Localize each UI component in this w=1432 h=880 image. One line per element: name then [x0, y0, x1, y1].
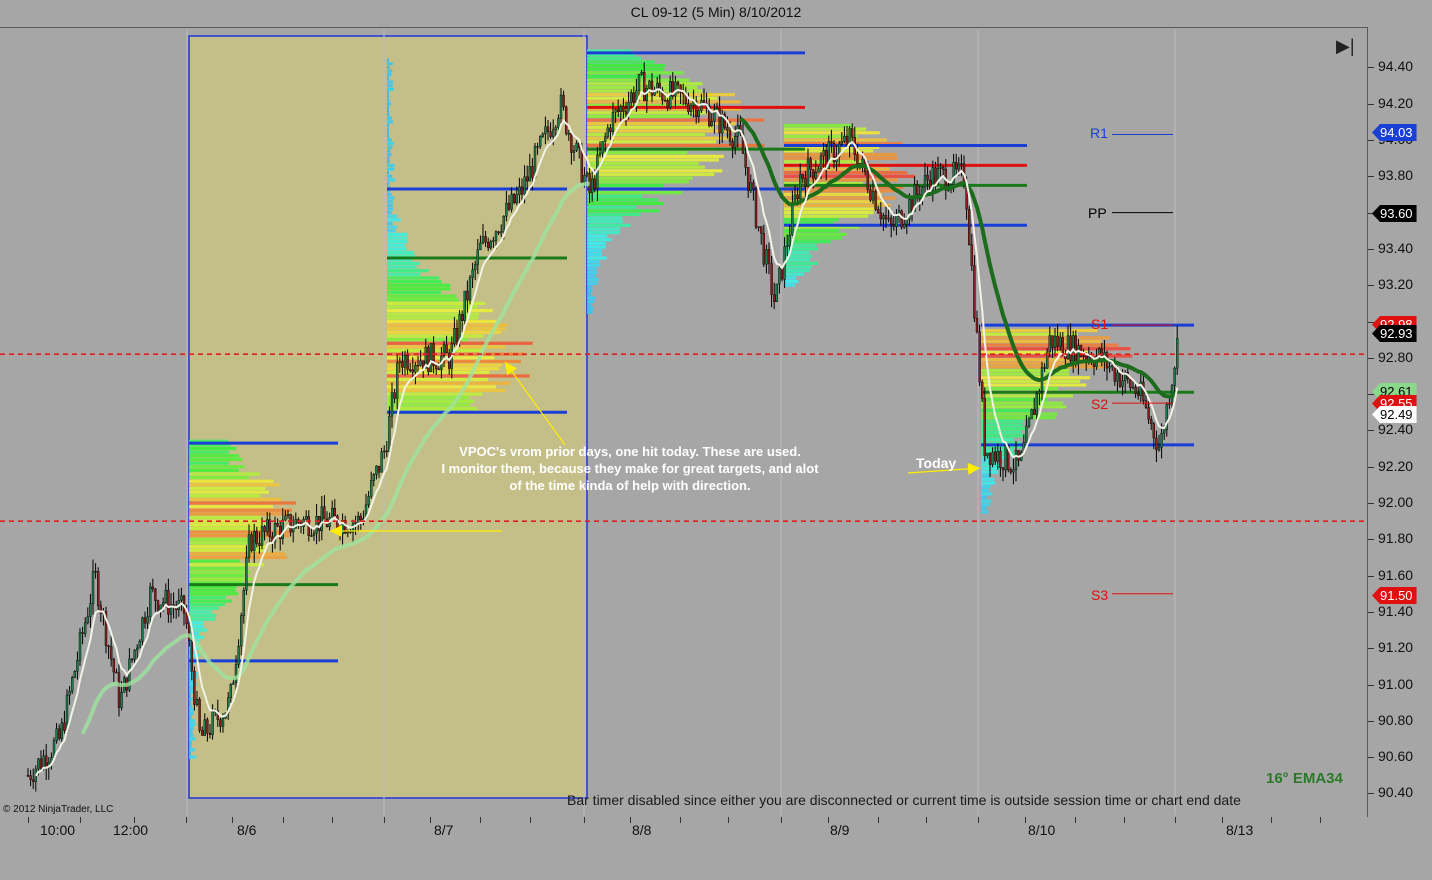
time-tick-mark [28, 817, 29, 823]
time-tick-mark [878, 817, 879, 823]
pivot-s2-label: S2 [1091, 396, 1109, 412]
time-tick-mark [283, 817, 284, 823]
annotation-text: VPOC's vrom prior days, one hit today. T… [400, 443, 860, 494]
price-tick-mark [1368, 103, 1374, 105]
pivot-r1-label: R1 [1090, 125, 1108, 141]
price-tick-mark [1368, 357, 1374, 359]
price-tick-mark [1368, 321, 1374, 323]
time-tick-mark [1075, 817, 1076, 823]
time-tick-mark [630, 817, 631, 823]
plot-frame [0, 27, 1368, 817]
price-tick-label: 92.40 [1378, 421, 1414, 438]
time-tick-mark [80, 817, 81, 823]
price-tick-mark [1368, 394, 1374, 396]
time-tick-mark [680, 817, 681, 823]
annotation-line: of the time kinda of help with direction… [509, 478, 751, 493]
price-tick-label: 92.80 [1378, 348, 1414, 365]
price-tick-mark [1368, 140, 1374, 141]
price-tick-label: 91.00 [1378, 675, 1414, 692]
time-tick-mark [978, 817, 979, 823]
price-tick-label: 90.60 [1378, 748, 1414, 765]
price-tick-label: 91.60 [1378, 566, 1414, 583]
price-tick-mark [1368, 176, 1374, 178]
price-tick-mark [1368, 430, 1374, 432]
time-tick-mark [828, 817, 829, 823]
price-tag: 92.93 [1372, 325, 1417, 342]
price-tick-mark [1368, 720, 1374, 722]
time-tick-label: 8/10 [1028, 822, 1056, 838]
skip-to-end-icon[interactable]: ▶| [1336, 36, 1355, 57]
time-tick-mark [480, 817, 481, 823]
time-tick-mark [332, 817, 333, 823]
price-tick-mark [1368, 793, 1374, 795]
time-tick-mark [1271, 817, 1272, 823]
time-tick-mark [1124, 817, 1125, 823]
time-tick-mark [1222, 817, 1223, 823]
bar-timer-message: Bar timer disabled since either you are … [567, 792, 1241, 808]
price-tag: 92.49 [1372, 406, 1417, 423]
price-tick-label: 94.20 [1378, 94, 1414, 111]
price-tick-mark [1368, 539, 1374, 541]
annotation-line: I monitor them, because they make for gr… [441, 461, 819, 476]
pivot-s1-label: S1 [1091, 316, 1109, 332]
price-tick-mark [1368, 503, 1374, 504]
time-tick-mark [1320, 817, 1321, 823]
price-tick-mark [1368, 575, 1374, 577]
pivot-s3-label: S3 [1091, 587, 1109, 603]
price-tick-mark [1368, 67, 1374, 69]
price-tag: 93.60 [1372, 205, 1417, 222]
price-tick-mark [1368, 757, 1374, 759]
price-tick-mark [1368, 466, 1374, 468]
price-tick-mark [1368, 684, 1374, 686]
time-tick-label: 12:00 [113, 822, 149, 838]
time-tick-mark [584, 817, 585, 823]
time-tick-mark [1175, 817, 1176, 823]
time-tick-mark [384, 817, 385, 823]
time-tick-label: 8/7 [434, 822, 454, 838]
time-tick-mark [430, 817, 431, 823]
pivot-pp-label: PP [1088, 205, 1107, 221]
price-tag: 91.50 [1372, 587, 1417, 604]
time-tick-mark [134, 817, 135, 823]
time-tick-label: 8/6 [237, 822, 257, 838]
price-tick-label: 90.80 [1378, 711, 1414, 728]
price-tag: 94.03 [1372, 124, 1417, 141]
price-tick-label: 91.20 [1378, 639, 1414, 656]
price-tick-label: 93.80 [1378, 167, 1414, 184]
time-axis[interactable] [0, 817, 1432, 880]
price-tick-label: 90.40 [1378, 784, 1414, 801]
price-tick-mark [1368, 648, 1374, 650]
today-label: Today [916, 455, 957, 471]
time-tick-mark [530, 817, 531, 823]
price-tick-label: 91.80 [1378, 530, 1414, 547]
annotation-line: VPOC's vrom prior days, one hit today. T… [459, 444, 801, 459]
time-tick-label: 8/9 [830, 822, 850, 838]
ema-label: 16° EMA34 [1266, 770, 1343, 787]
time-tick-mark [781, 817, 782, 823]
time-tick-mark [1025, 817, 1026, 823]
time-tick-label: 8/13 [1226, 822, 1254, 838]
price-tick-label: 93.40 [1378, 239, 1414, 256]
price-tick-mark [1368, 611, 1374, 613]
price-tick-mark [1368, 248, 1374, 250]
time-tick-mark [728, 817, 729, 823]
time-tick-label: 8/8 [632, 822, 652, 838]
price-tick-mark [1368, 285, 1374, 287]
price-tick-label: 94.40 [1378, 58, 1414, 75]
price-tick-label: 92.20 [1378, 457, 1414, 474]
time-tick-mark [926, 817, 927, 823]
copyright: © 2012 NinjaTrader, LLC [3, 804, 114, 815]
time-tick-mark [186, 817, 187, 823]
time-tick-mark [232, 817, 233, 823]
time-tick-label: 10:00 [40, 822, 76, 838]
price-tick-label: 92.00 [1378, 494, 1414, 510]
price-tick-label: 91.40 [1378, 602, 1414, 619]
price-tick-label: 93.20 [1378, 276, 1414, 293]
